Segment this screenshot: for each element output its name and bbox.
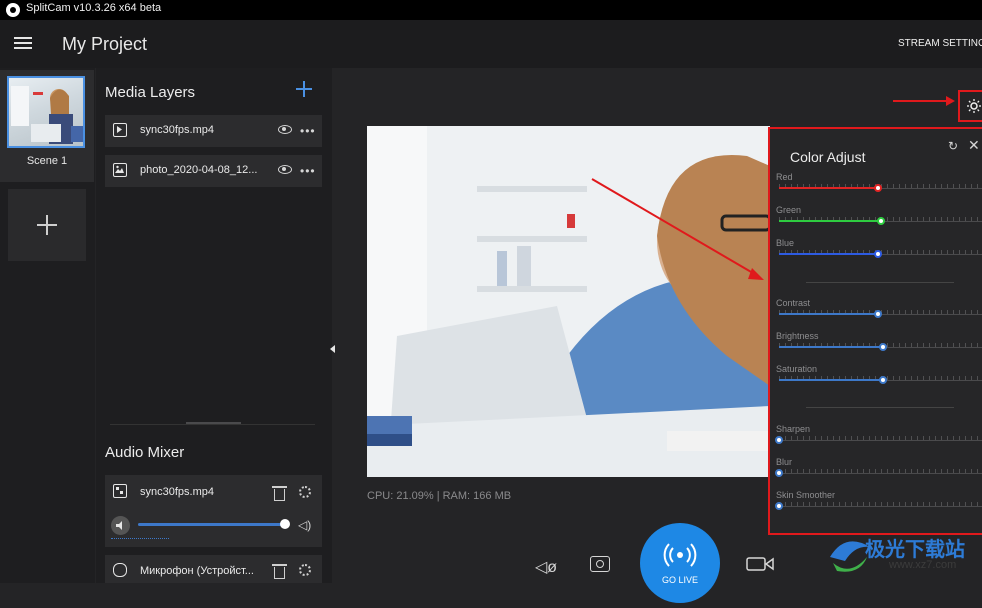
slider-knob[interactable] (775, 502, 783, 510)
slider-label: Brightness (776, 331, 819, 341)
go-live-button[interactable] (640, 523, 720, 603)
site-watermark: 极光下载站 www.xz7.com (825, 527, 982, 583)
slider-fill (779, 187, 878, 189)
slider-knob[interactable] (874, 310, 882, 318)
slider-group-separator (806, 282, 954, 283)
video-camera-icon[interactable] (746, 557, 774, 571)
go-live-label: GO LIVE (661, 575, 698, 585)
slider-fill (779, 346, 883, 348)
slider-group-separator (806, 407, 954, 408)
slider-knob[interactable] (775, 436, 783, 444)
slider-track[interactable] (779, 506, 982, 507)
slider-label: Blur (776, 457, 793, 467)
slider-label: Green (776, 205, 802, 215)
close-icon[interactable]: ✕ (968, 137, 980, 154)
reset-icon[interactable]: ↻ (948, 139, 958, 153)
slider-knob[interactable] (775, 469, 783, 477)
watermark-text: 极光下载站 (865, 539, 965, 561)
slider-fill (779, 313, 878, 315)
broadcast-icon (663, 543, 697, 567)
slider-track[interactable] (779, 440, 982, 441)
brightness-sun-icon[interactable] (967, 99, 981, 113)
slider-fill (779, 253, 878, 255)
slider-knob[interactable] (879, 376, 887, 384)
slider-label: Skin Smoother (776, 490, 836, 500)
microphone-mute-icon[interactable]: ◁ø (535, 557, 557, 577)
slider-fill (779, 220, 881, 222)
slider-knob[interactable] (874, 184, 882, 192)
slider-label: Blue (776, 238, 795, 248)
slider-knob[interactable] (877, 217, 885, 225)
slider-knob[interactable] (874, 250, 882, 258)
slider-knob[interactable] (879, 343, 887, 351)
color-adjust-title: Color Adjust (790, 149, 866, 165)
snapshot-camera-icon[interactable] (590, 556, 610, 572)
slider-fill (779, 379, 883, 381)
watermark-url: www.xz7.com (889, 559, 957, 571)
slider-track[interactable] (779, 473, 982, 474)
slider-label: Contrast (776, 298, 811, 308)
slider-label: Red (776, 172, 793, 182)
slider-label: Saturation (776, 364, 818, 374)
slider-label: Sharpen (776, 424, 811, 434)
